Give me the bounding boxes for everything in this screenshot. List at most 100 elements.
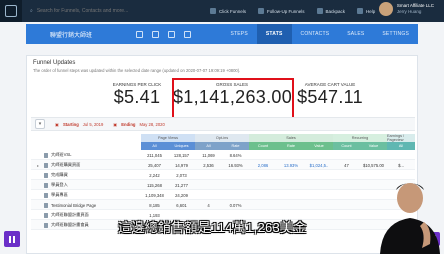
table-row[interactable]: 學員登入 115,268 21,277 <box>31 180 415 190</box>
avatar <box>378 2 393 16</box>
follow-up-funnels-link[interactable]: Follow-Up Funnels <box>258 8 305 14</box>
pause-icon[interactable] <box>4 231 20 247</box>
table-cell <box>333 210 360 220</box>
backpack-icon <box>316 8 323 14</box>
table-cell <box>333 170 360 180</box>
calendar-icon: ▣ <box>113 121 118 127</box>
step-name[interactable]: ▸ 大師班購買頁面 <box>31 160 141 170</box>
account-menu[interactable]: Smart Affiliate LLC Jerry Huang <box>378 2 434 16</box>
step-label: 大師班VSL <box>51 152 72 157</box>
table-cell: 1,109,348 <box>145 192 164 198</box>
click-funnels-link[interactable]: Click Funnels <box>210 8 246 14</box>
column-header[interactable]: Count <box>333 142 360 150</box>
column-header[interactable]: Count <box>249 142 277 150</box>
epc-value: $5.41 <box>113 87 161 107</box>
tab-sales[interactable]: SALES <box>338 24 373 44</box>
tab-stats[interactable]: STATS <box>256 24 292 44</box>
table-cell <box>305 220 333 230</box>
table-cell <box>277 180 305 190</box>
gross-sales-highlight <box>172 78 294 120</box>
calendar-icon: ▣ <box>55 121 59 127</box>
starting-date[interactable]: ▣ Starting Jul 5, 2019 <box>55 122 103 127</box>
table-cell <box>195 170 222 180</box>
column-header[interactable]: Value <box>360 142 387 150</box>
top-links: Click Funnels Follow-Up Funnels Backpack… <box>210 0 375 22</box>
global-search[interactable]: ⌕ <box>30 4 190 18</box>
link-icon[interactable] <box>168 30 175 38</box>
app-logo-icon[interactable] <box>0 0 22 22</box>
step-name[interactable]: 學員專區 <box>31 190 141 200</box>
table-row[interactable]: 學員專區 1,109,348 24,209 <box>31 190 415 200</box>
account-user: Jerry Huang <box>396 9 422 14</box>
table-cell: 14,979 <box>175 162 188 168</box>
help-link[interactable]: Help <box>357 8 375 14</box>
table-cell: 11,069 <box>202 152 215 158</box>
top-bar: ⌕ Click Funnels Follow-Up Funnels Backpa… <box>0 0 444 22</box>
step-name[interactable]: 學員登入 <box>31 180 141 190</box>
tab-steps[interactable]: STEPS <box>221 24 256 44</box>
step-name[interactable]: Testimonial Bridge Page <box>31 200 141 210</box>
stat-average-cart: AVERAGE CART VALUE $547.11 <box>285 82 375 107</box>
table-cell: 21,277 <box>175 182 188 188</box>
step-name[interactable]: 大師班VSL <box>31 150 141 160</box>
panel-title: Funnel Updates <box>33 60 76 66</box>
table-cell <box>222 180 249 190</box>
table-row[interactable]: 大師班VSL 211,045 128,157 11,069 8.64% <box>31 150 415 160</box>
funnel-stats-table: Page Views Opt-ins Sales Recurring Earni… <box>31 134 415 230</box>
ending-date[interactable]: ▣ Ending May 28, 2020 <box>113 122 165 127</box>
table-cell: 211,045 <box>147 152 162 158</box>
table-cell: 24,209 <box>175 192 188 198</box>
table-cell: 25,407 <box>148 162 161 168</box>
tab-settings[interactable]: SETTINGS <box>373 24 418 44</box>
group-earnings: Earnings / Pageview <box>387 134 415 142</box>
table-row[interactable]: Testimonial Bridge Page 8,185 6,601 4 0.07% <box>31 200 415 210</box>
search-input[interactable] <box>36 8 167 14</box>
share-icon[interactable] <box>136 30 143 38</box>
backpack-link[interactable]: Backpack <box>316 8 345 14</box>
step-label: 大師班聯盟計畫會員 <box>51 222 89 227</box>
funnel-subnav: 聯盟行銷大師班 STEPS STATS CONTACTS SALES SETTI… <box>26 24 418 44</box>
table-cell <box>277 170 305 180</box>
table-row[interactable]: ▸ 大師班購買頁面 25,407 14,979 2,536 16.93% 2,086 13.9… <box>31 160 415 170</box>
table-cell <box>305 180 333 190</box>
edit-icon[interactable] <box>152 30 159 38</box>
funnel-icon <box>210 8 216 14</box>
chevron-right-icon[interactable]: ▸ <box>37 163 41 168</box>
step-label: 完成購買 <box>51 172 68 177</box>
step-name[interactable]: 完成購買 <box>31 170 141 180</box>
step-label: 學員登入 <box>51 182 68 187</box>
info-icon[interactable] <box>184 30 191 38</box>
search-icon: ⌕ <box>30 8 33 14</box>
group-recurring: Recurring <box>333 134 387 142</box>
stat-epc: EARNINGS PER CLICK $5.41 <box>97 82 177 107</box>
table-cell: 4 <box>207 202 210 208</box>
page-icon <box>44 162 48 168</box>
table-cell: $10,575.00 <box>363 162 384 168</box>
column-header[interactable]: Value <box>305 142 333 150</box>
table-cell: 6,601 <box>176 202 187 208</box>
tab-contacts[interactable]: CONTACTS <box>292 24 339 44</box>
date-filter-bar: ▾ ▣ Starting Jul 5, 2019 ▣ Ending May 28… <box>31 117 415 131</box>
column-header[interactable]: Uniques <box>168 142 195 150</box>
column-header[interactable]: All <box>387 142 415 150</box>
table-cell <box>222 190 249 200</box>
page-icon <box>44 152 48 158</box>
funnel-name: 聯盟行銷大師班 <box>50 32 93 39</box>
table-cell <box>222 170 249 180</box>
group-opt-ins: Opt-ins <box>195 134 249 142</box>
page-icon <box>44 222 48 228</box>
column-header[interactable]: Rate <box>277 142 305 150</box>
table-cell: 115,268 <box>147 182 162 188</box>
table-cell <box>195 190 222 200</box>
table-cell: 2,086 <box>257 162 269 168</box>
table-row[interactable]: 完成購買 2,242 2,073 <box>31 170 415 180</box>
column-header[interactable]: Rate <box>222 142 249 150</box>
column-header[interactable]: All <box>141 142 168 150</box>
presenter-video <box>380 183 440 254</box>
table-cell: 16.93% <box>228 162 243 168</box>
table-cell: 2,073 <box>176 172 187 178</box>
filter-icon[interactable]: ▾ <box>35 119 45 129</box>
table-cell <box>305 210 333 220</box>
table-cell <box>333 150 360 160</box>
column-header[interactable]: All <box>195 142 222 150</box>
